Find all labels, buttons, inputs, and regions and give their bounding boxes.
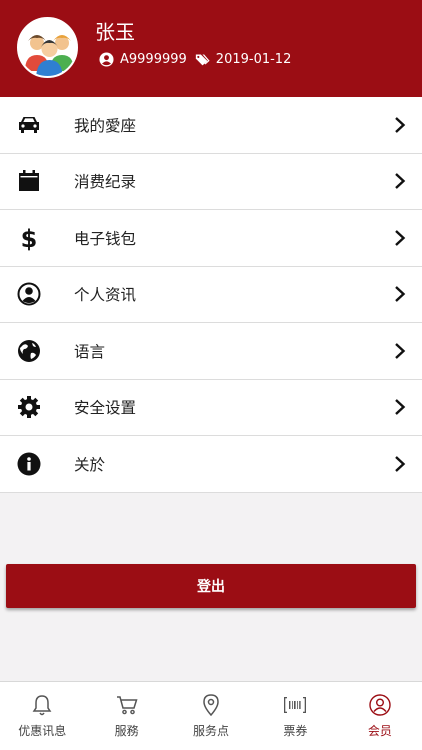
info-icon	[17, 452, 41, 476]
member-icon	[369, 694, 391, 716]
menu-item-label: 我的愛座	[74, 116, 137, 135]
chevron-right-icon	[394, 229, 406, 247]
settings-menu: 我的愛座 消费纪录 $ 电子钱包 个人资讯 语言 安全设置 关於	[0, 97, 422, 493]
tab-service-points[interactable]: 服务点	[169, 682, 253, 750]
location-pin-icon	[200, 694, 222, 716]
car-icon	[17, 113, 41, 137]
member-date: 2019-01-12	[215, 51, 292, 67]
user-meta: A9999999 2019-01-12	[99, 50, 291, 68]
tag-icon	[195, 52, 210, 67]
menu-item-label: 安全设置	[74, 399, 137, 418]
group-avatar-icon	[19, 19, 76, 76]
logout-button[interactable]: 登出	[6, 564, 416, 608]
menu-item-language[interactable]: 语言	[0, 323, 422, 380]
cart-icon	[116, 694, 138, 716]
account-circle-icon	[99, 51, 114, 67]
chevron-right-icon	[394, 398, 406, 416]
tab-label: 票券	[283, 724, 308, 738]
menu-item-label: 语言	[74, 342, 106, 361]
tab-promotions[interactable]: 优惠讯息	[0, 682, 84, 750]
tab-tickets[interactable]: 票券	[253, 682, 337, 750]
profile-header: 张玉 A9999999 2019-01-12	[0, 0, 422, 97]
user-name: 张玉	[95, 20, 135, 44]
avatar[interactable]	[17, 17, 78, 78]
gear-icon	[17, 395, 41, 419]
menu-item-label: 关於	[74, 455, 106, 474]
chevron-right-icon	[394, 116, 406, 134]
menu-item-my-car[interactable]: 我的愛座	[0, 97, 422, 154]
chevron-right-icon	[394, 455, 406, 473]
tab-label: 会员	[367, 724, 392, 738]
chevron-right-icon	[394, 342, 406, 360]
menu-item-label: 个人资讯	[74, 286, 137, 305]
barcode-icon	[284, 694, 307, 716]
member-id: A9999999	[120, 51, 187, 67]
bottom-tab-bar: 优惠讯息 服務 服务点 票券 会员	[0, 681, 422, 750]
tab-label: 服务点	[193, 724, 230, 738]
menu-item-purchase-history[interactable]: 消费纪录	[0, 154, 422, 210]
tab-label: 服務	[114, 724, 139, 738]
app-screen: 张玉 A9999999 2019-01-12 我的愛座 消费纪录 $ 电子钱包 …	[0, 0, 422, 750]
menu-item-label: 消费纪录	[74, 173, 137, 192]
menu-item-about[interactable]: 关於	[0, 436, 422, 493]
tab-services[interactable]: 服務	[84, 682, 168, 750]
chevron-right-icon	[394, 172, 406, 190]
chevron-right-icon	[394, 285, 406, 303]
menu-item-label: 电子钱包	[74, 229, 137, 248]
menu-item-e-wallet[interactable]: $ 电子钱包	[0, 210, 422, 267]
calendar-icon	[17, 169, 41, 193]
tab-label: 优惠讯息	[18, 724, 67, 738]
user-circle-icon	[17, 282, 41, 306]
dollar-icon: $	[17, 225, 41, 251]
svg-text:$: $	[21, 225, 38, 251]
menu-item-personal-info[interactable]: 个人资讯	[0, 267, 422, 323]
globe-icon	[17, 339, 41, 363]
tab-member[interactable]: 会员	[338, 682, 422, 750]
menu-item-security[interactable]: 安全设置	[0, 380, 422, 436]
bell-icon	[31, 694, 53, 716]
